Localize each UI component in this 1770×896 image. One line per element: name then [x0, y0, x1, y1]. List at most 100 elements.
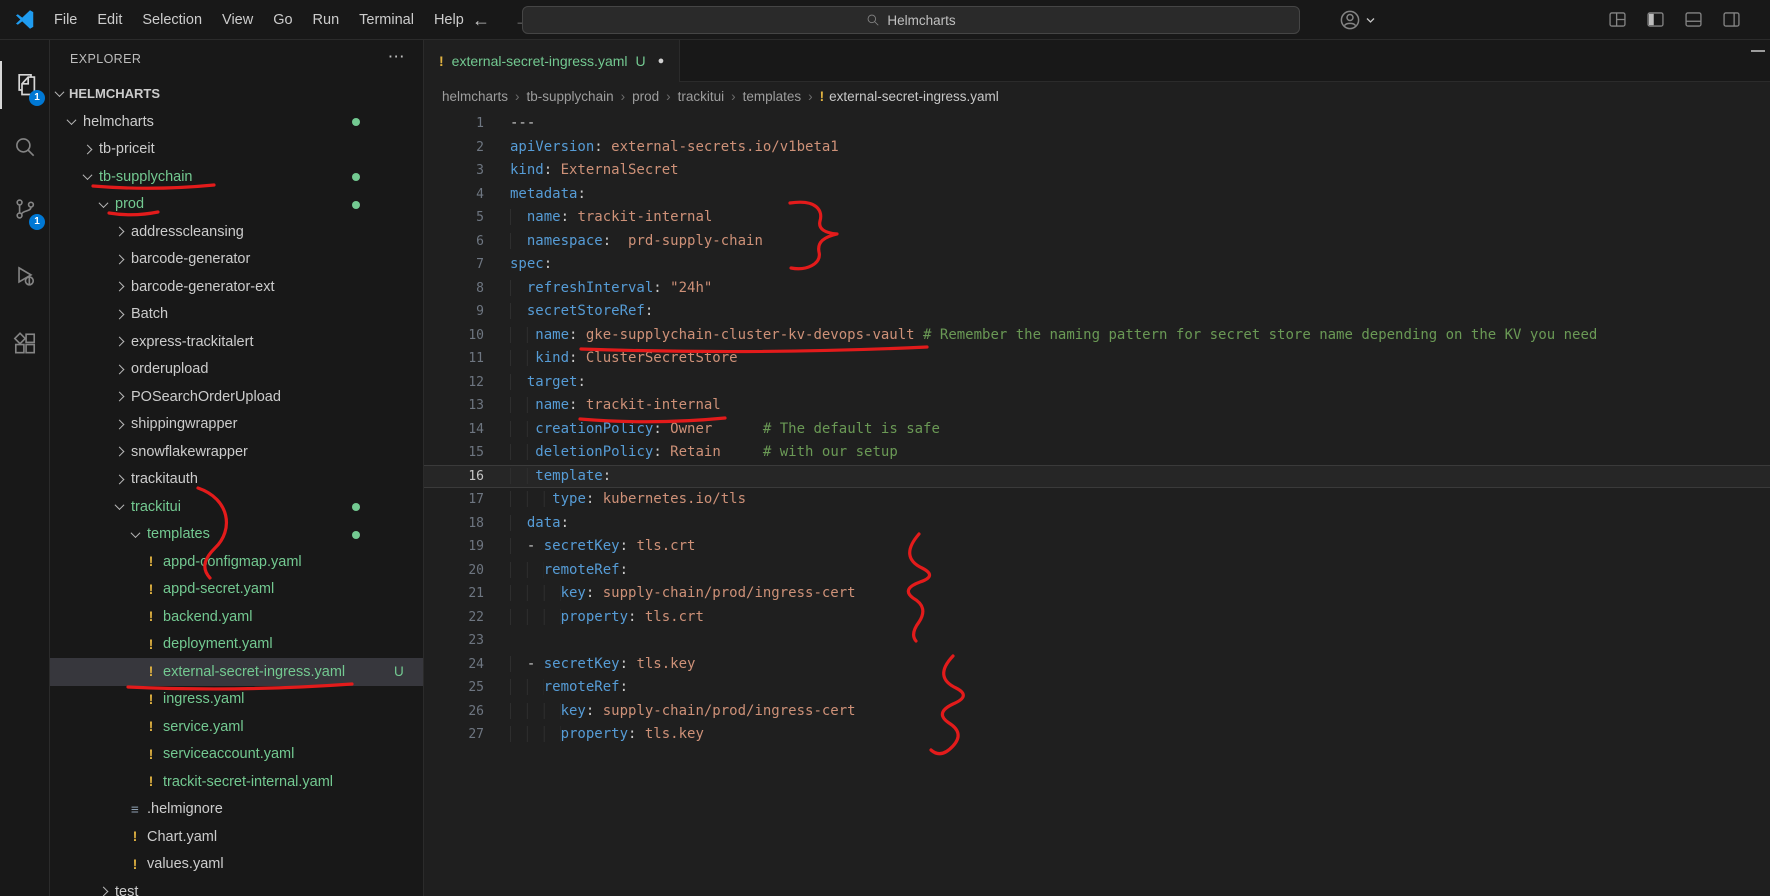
activity-run-debug-button[interactable]: [0, 252, 50, 300]
line-number[interactable]: 14: [424, 418, 510, 442]
line-number[interactable]: 16: [424, 465, 510, 489]
more-actions-icon[interactable]: ⋯: [388, 47, 405, 67]
code-line-10[interactable]: 10 name: gke-supplychain-cluster-kv-devo…: [424, 324, 1770, 348]
line-number[interactable]: 22: [424, 606, 510, 630]
line-number[interactable]: 19: [424, 535, 510, 559]
code-line-14[interactable]: 14 creationPolicy: Owner # The default i…: [424, 418, 1770, 442]
code-line-24[interactable]: 24 - secretKey: tls.key: [424, 653, 1770, 677]
tree-item-trackitui[interactable]: trackitui: [50, 493, 423, 521]
tree-item-test[interactable]: test: [50, 878, 423, 896]
line-number[interactable]: 7: [424, 253, 510, 277]
breadcrumb-item-trackitui[interactable]: trackitui: [678, 89, 725, 104]
line-number[interactable]: 27: [424, 723, 510, 747]
menu-run[interactable]: Run: [303, 0, 350, 40]
menu-edit[interactable]: Edit: [87, 0, 132, 40]
code-line-19[interactable]: 19 - secretKey: tls.crt: [424, 535, 1770, 559]
tree-item-deployment.yaml[interactable]: ! deployment.yaml: [50, 631, 423, 659]
line-number[interactable]: 6: [424, 230, 510, 254]
menu-selection[interactable]: Selection: [132, 0, 212, 40]
activity-explorer-button[interactable]: 1: [0, 61, 50, 109]
code-line-8[interactable]: 8 refreshInterval: "24h": [424, 277, 1770, 301]
tree-item-barcode-generator[interactable]: barcode-generator: [50, 246, 423, 274]
line-number[interactable]: 15: [424, 441, 510, 465]
line-number[interactable]: 17: [424, 488, 510, 512]
line-number[interactable]: 26: [424, 700, 510, 724]
code-line-16[interactable]: 16 template:: [424, 464, 1770, 489]
tree-item-templates[interactable]: templates: [50, 521, 423, 549]
tree-item-shippingwrapper[interactable]: shippingwrapper: [50, 411, 423, 439]
line-number[interactable]: 13: [424, 394, 510, 418]
activity-source-control-button[interactable]: 1: [0, 185, 50, 233]
menu-terminal[interactable]: Terminal: [349, 0, 424, 40]
command-center-search[interactable]: Helmcharts: [522, 6, 1300, 34]
line-number[interactable]: 9: [424, 300, 510, 324]
tree-item-helmcharts[interactable]: helmcharts: [50, 108, 423, 136]
code-line-13[interactable]: 13 name: trackit-internal: [424, 394, 1770, 418]
tree-item-trackitauth[interactable]: trackitauth: [50, 466, 423, 494]
menu-file[interactable]: File: [44, 0, 87, 40]
code-line-15[interactable]: 15 deletionPolicy: Retain # with our set…: [424, 441, 1770, 465]
breadcrumb-item-external-secret-ingress.yaml[interactable]: ! external-secret-ingress.yaml: [820, 89, 999, 104]
line-number[interactable]: 2: [424, 136, 510, 160]
code-line-1[interactable]: 1 ---: [424, 112, 1770, 136]
tree-item-express-trackitalert[interactable]: express-trackitalert: [50, 328, 423, 356]
code-line-12[interactable]: 12 target:: [424, 371, 1770, 395]
tree-item-addresscleansing[interactable]: addresscleansing: [50, 218, 423, 246]
dirty-indicator-dot[interactable]: ●: [658, 55, 665, 67]
menu-help[interactable]: Help: [424, 0, 474, 40]
menu-go[interactable]: Go: [263, 0, 302, 40]
line-number[interactable]: 10: [424, 324, 510, 348]
tree-item-external-secret-ingress.yaml[interactable]: ! external-secret-ingress.yaml U: [50, 658, 423, 686]
line-number[interactable]: 23: [424, 629, 510, 653]
line-number[interactable]: 1: [424, 112, 510, 136]
code-editor[interactable]: 1 --- 2 apiVersion: external-secrets.io/v1b…: [424, 110, 1770, 896]
code-line-6[interactable]: 6 namespace: prd-supply-chain: [424, 230, 1770, 254]
code-line-11[interactable]: 11 kind: ClusterSecretStore: [424, 347, 1770, 371]
tree-item-service.yaml[interactable]: ! service.yaml: [50, 713, 423, 741]
tree-item-trackit-secret-internal.yaml[interactable]: ! trackit-secret-internal.yaml: [50, 768, 423, 796]
tree-item-.helmignore[interactable]: ≡ .helmignore: [50, 796, 423, 824]
activity-search-button[interactable]: [0, 123, 50, 171]
toggle-panel-icon[interactable]: [1683, 9, 1704, 30]
back-arrow-icon[interactable]: ←: [472, 10, 490, 31]
line-number[interactable]: 3: [424, 159, 510, 183]
editor-toolbar-dash-icon[interactable]: [1751, 50, 1765, 52]
breadcrumb-item-prod[interactable]: prod: [632, 89, 659, 104]
line-number[interactable]: 21: [424, 582, 510, 606]
toggle-secondary-sidebar-icon[interactable]: [1721, 9, 1742, 30]
code-line-9[interactable]: 9 secretStoreRef:: [424, 300, 1770, 324]
code-line-21[interactable]: 21 key: supply-chain/prod/ingress-cert: [424, 582, 1770, 606]
line-number[interactable]: 8: [424, 277, 510, 301]
tree-item-values.yaml[interactable]: ! values.yaml: [50, 851, 423, 879]
code-line-4[interactable]: 4 metadata:: [424, 183, 1770, 207]
line-number[interactable]: 20: [424, 559, 510, 583]
code-line-26[interactable]: 26 key: supply-chain/prod/ingress-cert: [424, 700, 1770, 724]
tree-item-appd-configmap.yaml[interactable]: ! appd-configmap.yaml: [50, 548, 423, 576]
toggle-primary-sidebar-icon[interactable]: [1645, 9, 1666, 30]
code-line-27[interactable]: 27 property: tls.key: [424, 723, 1770, 747]
account-menu[interactable]: [1338, 8, 1375, 32]
line-number[interactable]: 4: [424, 183, 510, 207]
line-number[interactable]: 25: [424, 676, 510, 700]
customize-layout-icon[interactable]: [1607, 9, 1628, 30]
breadcrumb-item-templates[interactable]: templates: [743, 89, 802, 104]
tree-item-appd-secret.yaml[interactable]: ! appd-secret.yaml: [50, 576, 423, 604]
code-line-17[interactable]: 17 type: kubernetes.io/tls: [424, 488, 1770, 512]
code-line-7[interactable]: 7 spec:: [424, 253, 1770, 277]
tree-item-barcode-generator-ext[interactable]: barcode-generator-ext: [50, 273, 423, 301]
line-number[interactable]: 18: [424, 512, 510, 536]
tree-item-tb-supplychain[interactable]: tb-supplychain: [50, 163, 423, 191]
code-line-5[interactable]: 5 name: trackit-internal: [424, 206, 1770, 230]
tree-item-posearchorderupload[interactable]: POSearchOrderUpload: [50, 383, 423, 411]
code-line-22[interactable]: 22 property: tls.crt: [424, 606, 1770, 630]
line-number[interactable]: 5: [424, 206, 510, 230]
code-line-23[interactable]: 23: [424, 629, 1770, 653]
line-number[interactable]: 24: [424, 653, 510, 677]
tree-item-serviceaccount.yaml[interactable]: ! serviceaccount.yaml: [50, 741, 423, 769]
code-line-25[interactable]: 25 remoteRef:: [424, 676, 1770, 700]
tree-item-chart.yaml[interactable]: ! Chart.yaml: [50, 823, 423, 851]
tree-item-tb-priceit[interactable]: tb-priceit: [50, 136, 423, 164]
tree-item-snowflakewrapper[interactable]: snowflakewrapper: [50, 438, 423, 466]
tree-item-orderupload[interactable]: orderupload: [50, 356, 423, 384]
tree-item-ingress.yaml[interactable]: ! ingress.yaml: [50, 686, 423, 714]
